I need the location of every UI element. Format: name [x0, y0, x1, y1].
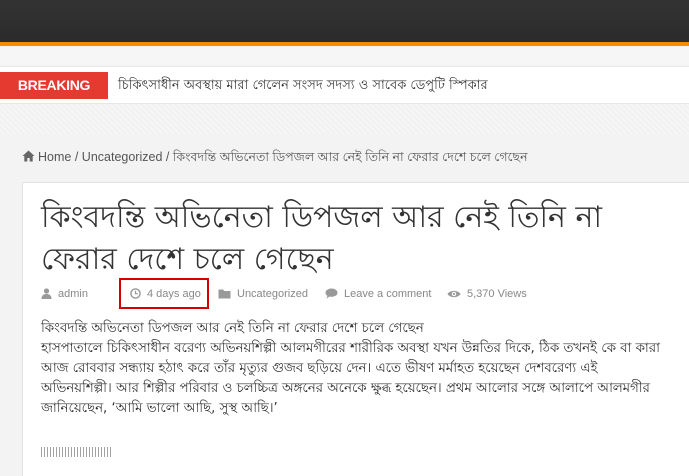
meta-views: 5,370 Views — [447, 285, 527, 303]
meta-views-count: 5,370 Views — [467, 288, 527, 300]
site-top-bar — [0, 0, 689, 42]
breaking-news-label: BREAKING NEWS — [0, 72, 108, 120]
meta-author: admin — [41, 285, 88, 303]
user-icon — [41, 288, 52, 299]
comment-icon — [325, 288, 338, 299]
breadcrumb-current: কিংবদন্তি অভিনেতা ডিপজল আর নেই তিনি না ফ… — [172, 150, 528, 164]
breadcrumb-separator: / — [74, 150, 79, 164]
home-icon — [22, 150, 35, 162]
breadcrumb-home-link[interactable]: Home — [38, 150, 71, 164]
post-article: কিংবদন্তি অভিনেতা ডিপজল আর নেই তিনি না ফ… — [22, 182, 689, 476]
background-pattern — [0, 104, 689, 134]
content-paragraph: কিংবদন্তি অভিনেতা ডিপজল আর নেই তিনি না ফ… — [41, 321, 424, 336]
content-paragraph: হাসপাতালে চিকিৎসাধীন বরেণ্য অভিনয়শিল্পী… — [41, 341, 660, 416]
breadcrumb: Home / Uncategorized / কিংবদন্তি অভিনেতা… — [22, 149, 528, 169]
meta-comments: Leave a comment — [325, 285, 431, 303]
meta-category: Uncategorized — [218, 285, 308, 303]
folder-icon — [218, 289, 231, 299]
date-highlight-box — [119, 278, 209, 309]
breaking-news-headline[interactable]: চিকিৎসাধীন অবস্থায় মারা গেলেন সংসদ সদস্… — [118, 72, 488, 99]
breadcrumb-category-link[interactable]: Uncategorized — [82, 150, 163, 164]
post-title: কিংবদন্তি অভিনেতা ডিপজল আর নেই তিনি না ফ… — [41, 200, 603, 277]
eye-icon — [447, 290, 461, 298]
post-content: কিংবদন্তি অভিনেতা ডিপজল আর নেই তিনি না ফ… — [41, 319, 671, 419]
breaking-news-bar: BREAKING NEWS চিকিৎসাধীন অবস্থায় মারা গ… — [0, 66, 689, 120]
breadcrumb-separator: / — [165, 150, 170, 164]
meta-comments-link[interactable]: Leave a comment — [344, 288, 431, 300]
header-band — [0, 46, 689, 66]
content-divider — [41, 447, 111, 457]
meta-author-link[interactable]: admin — [58, 288, 88, 300]
meta-category-link[interactable]: Uncategorized — [237, 288, 308, 300]
